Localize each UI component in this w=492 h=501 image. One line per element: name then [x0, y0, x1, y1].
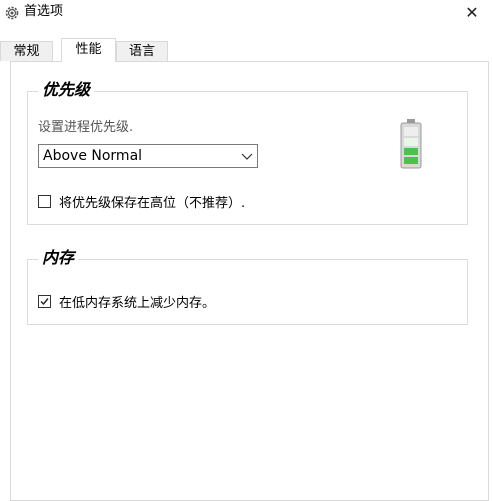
priority-group: 优先级 设置进程优先级. Above Normal 将优先级保存在高位（不推荐）… — [27, 80, 468, 225]
tab-bar: 常规 性能 语言 — [0, 38, 492, 62]
tab-general[interactable]: 常规 — [0, 41, 53, 61]
tab-panel-performance: 优先级 设置进程优先级. Above Normal 将优先级保存在高位（不推荐）… — [10, 61, 489, 501]
window-title: 首选项 — [24, 4, 64, 19]
memory-group-title: 内存 — [38, 248, 79, 268]
keep-priority-label: 将优先级保存在高位（不推荐）. — [59, 196, 246, 211]
keep-priority-checkbox-row[interactable]: 将优先级保存在高位（不推荐）. — [38, 192, 245, 211]
priority-hint: 设置进程优先级. — [38, 120, 134, 135]
reduce-memory-checkbox-row[interactable]: 在低内存系统上减少内存。 — [38, 292, 215, 311]
priority-select-value: Above Normal — [43, 148, 143, 164]
reduce-memory-label: 在低内存系统上减少内存。 — [59, 296, 216, 311]
checkmark-icon — [40, 298, 49, 306]
battery-icon — [400, 119, 422, 169]
priority-select[interactable]: Above Normal — [38, 144, 258, 168]
memory-group: 内存 在低内存系统上减少内存。 — [27, 248, 468, 325]
close-button[interactable]: ✕ — [452, 0, 492, 26]
chevron-down-icon — [241, 153, 253, 160]
priority-group-title: 优先级 — [38, 80, 95, 100]
gear-icon — [5, 6, 19, 20]
tab-language[interactable]: 语言 — [116, 41, 168, 61]
reduce-memory-checkbox[interactable] — [38, 295, 51, 308]
tab-performance[interactable]: 性能 — [61, 38, 116, 62]
keep-priority-checkbox[interactable] — [38, 195, 51, 208]
title-bar: 首选项 ✕ — [0, 0, 492, 30]
close-icon: ✕ — [465, 3, 479, 22]
